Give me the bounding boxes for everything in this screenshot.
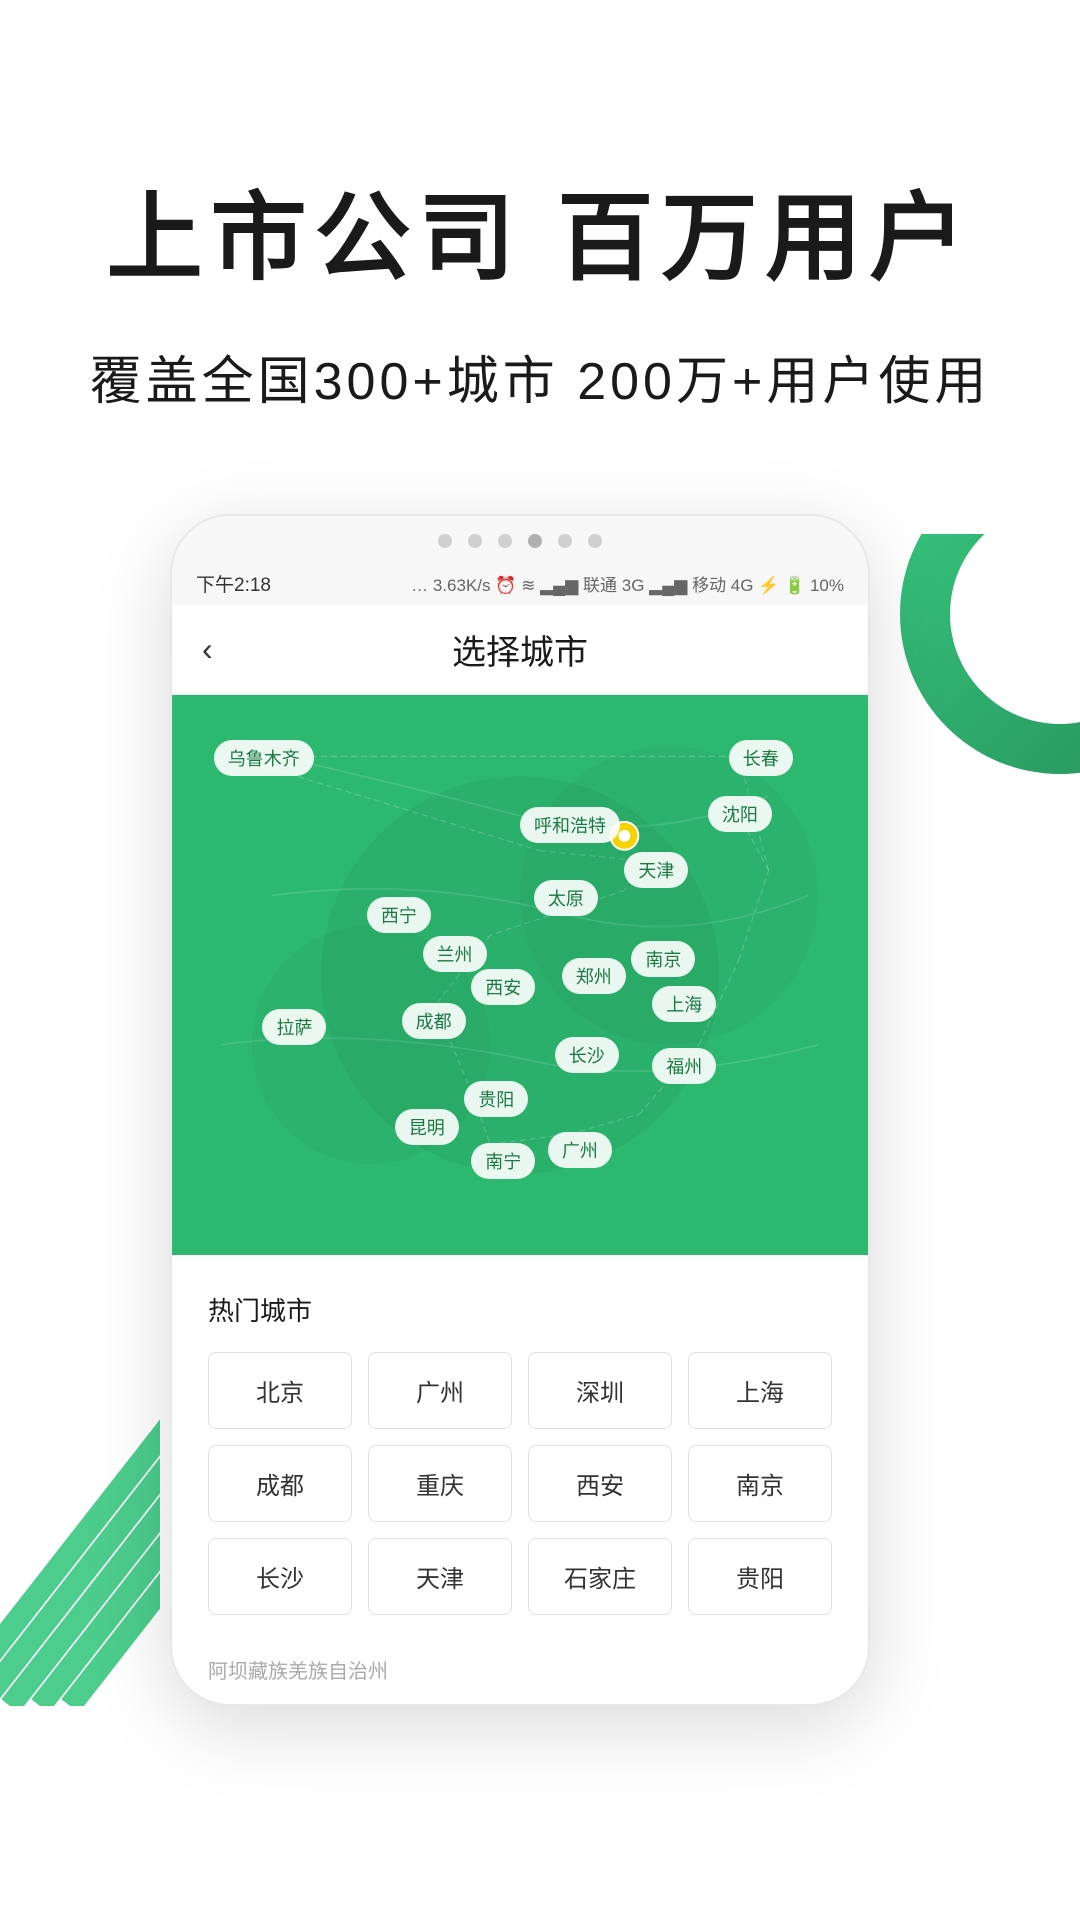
city-label-nanjing[interactable]: 南京: [631, 941, 695, 977]
status-bar: 下午2:18 … 3.63K/s ⏰ ≋ ▂▄▆ 联通 3G ▂▄▆ 移动 4G…: [172, 562, 868, 605]
main-title: 上市公司 百万用户: [80, 160, 1000, 299]
city-label-taiyuan[interactable]: 太原: [534, 880, 598, 916]
city-label-fuzhou[interactable]: 福州: [652, 1048, 716, 1084]
city-btn-shenzhen[interactable]: 深圳: [528, 1352, 672, 1429]
nav-title: 选择城市: [252, 625, 788, 674]
city-label-shanghai[interactable]: 上海: [652, 986, 716, 1022]
city-label-zhengzhou[interactable]: 郑州: [562, 958, 626, 994]
status-time: 下午2:18: [196, 570, 271, 597]
phone-top: [172, 516, 868, 562]
map-container[interactable]: 乌鲁木齐 长春 沈阳 呼和浩特 天津 太原 西宁 兰州 西安 郑州 南京 上海 …: [172, 695, 868, 1255]
city-grid: 北京 广州 深圳 上海 成都 重庆 西安 南京 长沙 天津 石家庄 贵阳: [208, 1352, 832, 1615]
phone-dots: [202, 534, 838, 562]
city-btn-beijing[interactable]: 北京: [208, 1352, 352, 1429]
phone-dot-4: [558, 534, 572, 548]
phone-dot-2: [468, 534, 482, 548]
city-btn-shijiazhuang[interactable]: 石家庄: [528, 1538, 672, 1615]
sub-title: 覆盖全国300+城市 200万+用户使用: [80, 339, 1000, 414]
city-btn-guangzhou[interactable]: 广州: [368, 1352, 512, 1429]
city-btn-guiyang[interactable]: 贵阳: [688, 1538, 832, 1615]
hot-cities-section: 热门城市 北京 广州 深圳 上海 成都 重庆 西安 南京 长沙 天津 石家庄 贵…: [172, 1255, 868, 1645]
deco-stripes: [0, 1406, 160, 1706]
city-btn-changsha[interactable]: 长沙: [208, 1538, 352, 1615]
city-btn-shanghai[interactable]: 上海: [688, 1352, 832, 1429]
city-label-changsha[interactable]: 长沙: [555, 1037, 619, 1073]
city-label-shenyang[interactable]: 沈阳: [708, 796, 772, 832]
city-label-lanzhou[interactable]: 兰州: [423, 936, 487, 972]
phone-dot-1: [438, 534, 452, 548]
phone-dot-5: [588, 534, 602, 548]
nav-bar: ‹ 选择城市: [172, 605, 868, 695]
back-button[interactable]: ‹: [202, 631, 252, 668]
city-label-kunming[interactable]: 昆明: [395, 1109, 459, 1145]
city-btn-tianjin[interactable]: 天津: [368, 1538, 512, 1615]
city-btn-chongqing[interactable]: 重庆: [368, 1445, 512, 1522]
city-label-tianjin[interactable]: 天津: [624, 852, 688, 888]
city-label-urumqi[interactable]: 乌鲁木齐: [214, 740, 314, 776]
city-btn-chengdu[interactable]: 成都: [208, 1445, 352, 1522]
city-label-chengdu[interactable]: 成都: [402, 1003, 466, 1039]
city-label-guangzhou[interactable]: 广州: [548, 1132, 612, 1168]
hot-cities-title: 热门城市: [208, 1291, 832, 1328]
status-network: … 3.63K/s ⏰ ≋ ▂▄▆ 联通 3G ▂▄▆ 移动 4G ⚡ 🔋 10…: [411, 571, 844, 596]
city-label-lhasa[interactable]: 拉萨: [262, 1009, 326, 1045]
city-label-changchun[interactable]: 长春: [729, 740, 793, 776]
city-label-guiyang[interactable]: 贵阳: [464, 1081, 528, 1117]
phone-dot-3: [498, 534, 512, 548]
bottom-text: 阿坝藏族羌族自治州: [172, 1645, 868, 1704]
phone-camera-dot: [528, 534, 542, 548]
top-section: 上市公司 百万用户 覆盖全国300+城市 200万+用户使用: [0, 0, 1080, 474]
deco-circle: [880, 534, 1080, 794]
city-label-xining[interactable]: 西宁: [367, 897, 431, 933]
phone-area: 下午2:18 … 3.63K/s ⏰ ≋ ▂▄▆ 联通 3G ▂▄▆ 移动 4G…: [0, 474, 1080, 1706]
city-label-nanning[interactable]: 南宁: [471, 1143, 535, 1179]
city-label-xian[interactable]: 西安: [471, 969, 535, 1005]
city-btn-nanjing[interactable]: 南京: [688, 1445, 832, 1522]
city-btn-xian[interactable]: 西安: [528, 1445, 672, 1522]
city-label-huhehaote[interactable]: 呼和浩特: [520, 807, 620, 843]
phone-frame: 下午2:18 … 3.63K/s ⏰ ≋ ▂▄▆ 联通 3G ▂▄▆ 移动 4G…: [170, 514, 870, 1706]
